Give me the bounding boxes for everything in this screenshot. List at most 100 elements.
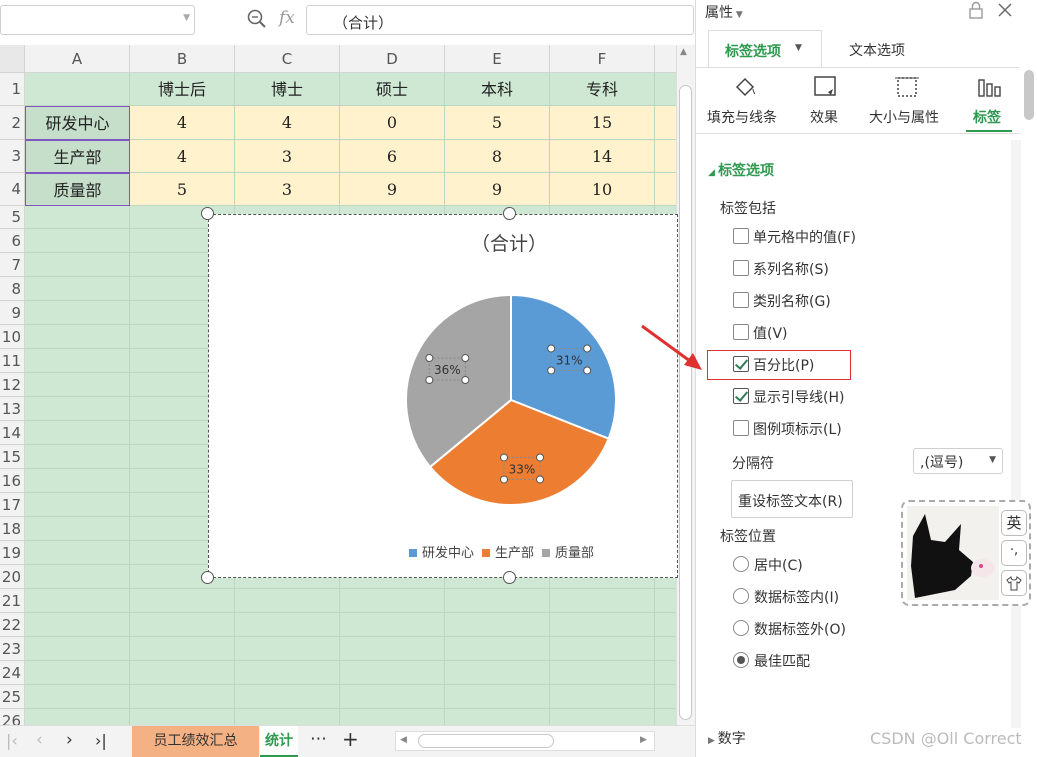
label-handle[interactable] [547, 366, 556, 375]
legend-item[interactable]: 质量部 [542, 546, 594, 561]
value-cell[interactable]: 0 [340, 106, 445, 140]
grid-cell[interactable] [340, 685, 445, 709]
row-name-cell[interactable]: 生产部 [25, 140, 130, 173]
grid-cell[interactable] [25, 253, 130, 277]
grid-cell[interactable] [655, 637, 676, 661]
formula-input[interactable]: （合计） [306, 5, 694, 35]
checkbox-3[interactable] [733, 324, 749, 340]
grid-cell[interactable] [25, 589, 130, 613]
tab-fill-line[interactable]: 填充与线条 [704, 72, 784, 130]
checkbox-label[interactable]: 类别名称(G) [753, 291, 831, 311]
value-cell[interactable]: 4 [235, 106, 340, 140]
grid-cell[interactable] [130, 589, 235, 613]
grid-cell[interactable] [25, 325, 130, 349]
section-label-options[interactable]: ◢ 标签选项 [708, 160, 774, 180]
value-cell-extra[interactable] [655, 173, 676, 206]
label-handle[interactable] [536, 453, 545, 462]
tab-effects[interactable]: 效果 [804, 72, 854, 130]
value-cell[interactable]: 14 [550, 140, 655, 173]
value-cell[interactable]: 10 [550, 173, 655, 206]
grid-cell[interactable] [340, 661, 445, 685]
grid-cell[interactable] [130, 709, 235, 725]
row-header-11[interactable]: 11 [0, 349, 25, 373]
grid-cell[interactable] [550, 589, 655, 613]
close-icon[interactable] [998, 3, 1012, 17]
chart-legend[interactable]: 研发中心 生产部 质量部 [409, 542, 602, 561]
first-sheet-icon[interactable]: |‹ [6, 731, 18, 750]
legend-item[interactable]: 生产部 [482, 546, 534, 561]
grid-cell[interactable] [655, 709, 676, 725]
grid-cell[interactable] [235, 589, 340, 613]
vertical-scrollbar[interactable]: ▲ [676, 45, 695, 725]
grid-cell[interactable] [25, 517, 130, 541]
grid-cell[interactable] [235, 637, 340, 661]
horizontal-scroll-thumb[interactable] [418, 734, 554, 748]
col-header-A[interactable]: A [25, 45, 130, 73]
checkbox-label[interactable]: 值(V) [753, 323, 788, 343]
checkbox-label[interactable]: 系列名称(S) [753, 259, 829, 279]
row-header-18[interactable]: 18 [0, 517, 25, 541]
panel-scrollbar[interactable] [1011, 140, 1021, 728]
select-all-corner[interactable] [0, 45, 25, 73]
row-header-22[interactable]: 22 [0, 613, 25, 637]
scroll-up-icon[interactable]: ▲ [680, 47, 687, 57]
grid-cell[interactable] [550, 709, 655, 725]
value-cell[interactable]: 3 [235, 173, 340, 206]
label-handle[interactable] [583, 366, 592, 375]
prev-sheet-icon[interactable]: ‹ [36, 730, 43, 750]
header-cell-extra[interactable] [655, 73, 676, 106]
header-cell[interactable]: 博士后 [130, 73, 235, 106]
horizontal-scrollbar[interactable]: ◀ ▶ [395, 731, 655, 751]
grid-cell[interactable] [340, 637, 445, 661]
col-header-next[interactable] [655, 45, 676, 73]
resize-handle-top[interactable] [503, 207, 516, 220]
grid-cell[interactable] [655, 661, 676, 685]
header-cell[interactable]: 博士 [235, 73, 340, 106]
grid-cell[interactable] [655, 613, 676, 637]
sheet-tab-statistics[interactable]: 统计 [260, 726, 298, 757]
grid-cell[interactable] [130, 613, 235, 637]
ime-punct-toggle[interactable]: ·, [1001, 540, 1027, 566]
scroll-left-icon[interactable]: ◀ [400, 735, 407, 745]
more-sheets-button[interactable]: ⋯ [310, 729, 327, 749]
header-cell-empty[interactable] [25, 73, 130, 106]
row-header-9[interactable]: 9 [0, 301, 25, 325]
tab-labels[interactable]: 标签 [966, 72, 1012, 132]
value-cell[interactable]: 4 [130, 140, 235, 173]
grid-cell[interactable] [25, 469, 130, 493]
label-handle[interactable] [425, 354, 434, 363]
row-header-10[interactable]: 10 [0, 325, 25, 349]
pie-chart[interactable]: （合计） 31% 33% 36% 研发中心 生产部 质量部 [208, 214, 678, 578]
grid-cell[interactable] [130, 637, 235, 661]
checkbox-6[interactable] [733, 420, 749, 436]
row-header-24[interactable]: 24 [0, 661, 25, 685]
grid-cell[interactable] [25, 493, 130, 517]
row-name-cell[interactable]: 研发中心 [25, 106, 130, 140]
col-header-C[interactable]: C [235, 45, 340, 73]
sheet-tab-employee-summary[interactable]: 员工绩效汇总 [132, 726, 259, 757]
label-handle[interactable] [536, 475, 545, 484]
value-cell[interactable]: 5 [445, 106, 550, 140]
label-handle[interactable] [500, 453, 509, 462]
name-box[interactable]: ▼ [0, 5, 195, 35]
grid-cell[interactable] [25, 397, 130, 421]
radio-1[interactable] [733, 588, 749, 604]
row-header-26[interactable]: 26 [0, 709, 25, 725]
grid-cell[interactable] [25, 301, 130, 325]
row-header-4[interactable]: 4 [0, 173, 25, 206]
checkbox-5[interactable] [733, 388, 749, 404]
checkbox-0[interactable] [733, 228, 749, 244]
row-header-1[interactable]: 1 [0, 73, 25, 106]
grid-cell[interactable] [25, 613, 130, 637]
grid-cell[interactable] [25, 277, 130, 301]
row-header-25[interactable]: 25 [0, 685, 25, 709]
value-cell[interactable]: 9 [340, 173, 445, 206]
grid-cell[interactable] [445, 685, 550, 709]
row-header-23[interactable]: 23 [0, 637, 25, 661]
tab-size-properties[interactable]: 大小与属性 [866, 72, 950, 130]
grid-cell[interactable] [130, 661, 235, 685]
value-cell-extra[interactable] [655, 140, 676, 173]
grid-cell[interactable] [445, 661, 550, 685]
row-header-17[interactable]: 17 [0, 493, 25, 517]
fx-label[interactable]: fx [279, 8, 295, 28]
